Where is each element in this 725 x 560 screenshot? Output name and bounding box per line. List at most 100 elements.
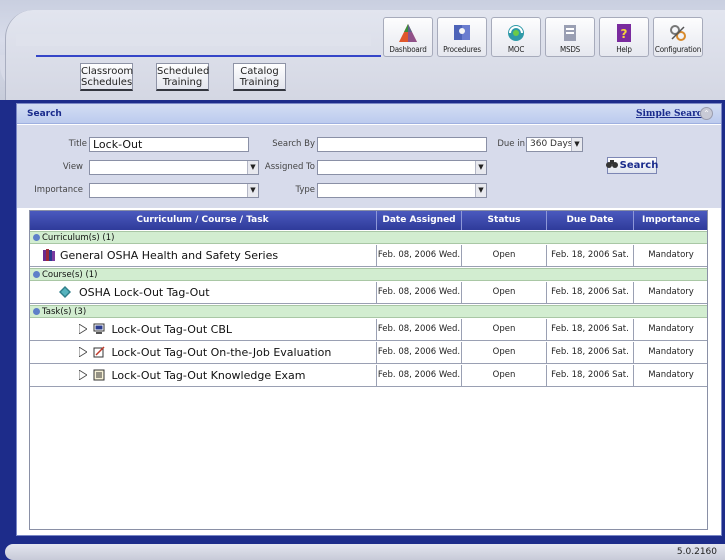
col-header-status[interactable]: Status bbox=[462, 210, 547, 230]
col-header-importance[interactable]: Importance bbox=[634, 210, 708, 230]
tab-scheduled-line1: Scheduled bbox=[157, 66, 210, 77]
row-name[interactable]: General OSHA Health and Safety Series bbox=[60, 249, 278, 262]
tab-classroom-schedules[interactable]: Classroom Schedules bbox=[80, 63, 133, 91]
row-name[interactable]: Lock-Out Tag-Out CBL bbox=[112, 323, 233, 336]
header-title-area bbox=[16, 34, 371, 46]
chevron-down-icon: ▼ bbox=[571, 138, 582, 151]
table-row[interactable]: General OSHA Health and Safety Series Fe… bbox=[29, 245, 708, 267]
table-row[interactable]: Lock-Out Tag-Out On-the-Job Evaluation F… bbox=[29, 342, 708, 364]
type-label: Type bbox=[295, 185, 315, 195]
row-date-assigned: Feb. 08, 2006 Wed. bbox=[377, 365, 462, 386]
group-row-task[interactable]: Task(s) (3) bbox=[29, 305, 708, 318]
configuration-label: Configuration bbox=[654, 45, 702, 54]
tab-classroom-line2: Schedules bbox=[81, 77, 133, 88]
dashboard-icon bbox=[398, 23, 418, 43]
col-header-due-date[interactable]: Due Date bbox=[547, 210, 634, 230]
group-bullet-icon bbox=[33, 308, 40, 315]
title-input[interactable]: Lock-Out bbox=[89, 137, 249, 152]
tab-scheduled-training[interactable]: Scheduled Training bbox=[156, 63, 209, 91]
row-status: Open bbox=[462, 319, 547, 340]
moc-label: MOC bbox=[507, 45, 525, 54]
status-bar: 5.0.2160 bbox=[5, 544, 725, 560]
row-due-date: Feb. 18, 2006 Sat. bbox=[547, 365, 634, 386]
group-row-curriculum[interactable]: Curriculum(s) (1) bbox=[29, 231, 708, 244]
row-status: Open bbox=[462, 282, 547, 303]
moc-icon bbox=[506, 23, 526, 43]
row-name-cell: Lock-Out Tag-Out CBL bbox=[29, 319, 377, 340]
procedures-label: Procedures bbox=[443, 45, 481, 54]
procedures-button[interactable]: Procedures bbox=[437, 17, 487, 57]
tab-catalog-line1: Catalog bbox=[240, 66, 279, 77]
configuration-button[interactable]: Configuration bbox=[653, 17, 703, 57]
row-due-date: Feb. 18, 2006 Sat. bbox=[547, 245, 634, 266]
group-row-course[interactable]: Course(s) (1) bbox=[29, 268, 708, 281]
assigned-to-select[interactable]: ▼ bbox=[317, 160, 487, 175]
header-rule bbox=[36, 55, 381, 57]
row-importance: Mandatory bbox=[648, 250, 694, 260]
row-name[interactable]: Lock-Out Tag-Out On-the-Job Evaluation bbox=[112, 346, 332, 359]
type-select[interactable]: ▼ bbox=[317, 183, 487, 198]
group-label: Task(s) (3) bbox=[42, 307, 87, 317]
search-button[interactable]: Search bbox=[605, 157, 659, 174]
table-row[interactable]: Lock-Out Tag-Out CBL Feb. 08, 2006 Wed. … bbox=[29, 319, 708, 341]
view-select[interactable]: ▼ bbox=[89, 160, 259, 175]
table-row[interactable]: Lock-Out Tag-Out Knowledge Exam Feb. 08,… bbox=[29, 365, 708, 387]
col-header-date-assigned[interactable]: Date Assigned bbox=[377, 210, 462, 230]
row-name[interactable]: Lock-Out Tag-Out Knowledge Exam bbox=[112, 369, 306, 382]
course-book-icon bbox=[59, 284, 71, 305]
group-bullet-icon bbox=[33, 234, 40, 241]
chevron-down-icon: ▼ bbox=[475, 161, 486, 174]
chevron-down-icon: ▼ bbox=[247, 184, 258, 197]
search-form: Title Lock-Out Search By Due in 360 Days… bbox=[17, 125, 721, 208]
row-name[interactable]: OSHA Lock-Out Tag-Out bbox=[79, 286, 210, 299]
search-by-label: Search By bbox=[272, 139, 315, 149]
row-due-date: Feb. 18, 2006 Sat. bbox=[547, 282, 634, 303]
search-button-label: Search bbox=[619, 160, 659, 171]
view-label: View bbox=[62, 162, 83, 172]
chevron-down-icon: ▼ bbox=[475, 184, 486, 197]
play-triangle-icon bbox=[78, 366, 88, 387]
evaluation-task-icon bbox=[93, 344, 105, 365]
importance-label: Importance bbox=[34, 185, 83, 195]
due-in-select[interactable]: 360 Days ▼ bbox=[526, 137, 583, 152]
curriculum-books-icon bbox=[43, 247, 55, 268]
search-header-title: Search bbox=[27, 109, 62, 119]
row-date-assigned: Feb. 08, 2006 Wed. bbox=[377, 319, 462, 340]
msds-button[interactable]: MSDS bbox=[545, 17, 595, 57]
version-label: 5.0.2160 bbox=[676, 547, 717, 557]
importance-select[interactable]: ▼ bbox=[89, 183, 259, 198]
tab-catalog-training[interactable]: Catalog Training bbox=[233, 63, 286, 91]
col-header-name[interactable]: Curriculum / Course / Task bbox=[29, 210, 377, 230]
row-status: Open bbox=[462, 342, 547, 363]
moc-button[interactable]: MOC bbox=[491, 17, 541, 57]
due-in-label: Due in bbox=[497, 139, 525, 149]
assigned-to-label: Assigned To bbox=[264, 162, 315, 172]
row-date-assigned: Feb. 08, 2006 Wed. bbox=[377, 342, 462, 363]
row-name-cell: General OSHA Health and Safety Series bbox=[29, 245, 377, 266]
main-toolbar: Dashboard Procedures MOC MSDS ? Help Con… bbox=[383, 17, 703, 57]
help-icon: ? bbox=[614, 23, 634, 43]
row-name-cell: OSHA Lock-Out Tag-Out bbox=[29, 282, 377, 303]
msds-icon bbox=[560, 23, 580, 43]
dashboard-label: Dashboard bbox=[389, 45, 427, 54]
search-by-input[interactable] bbox=[317, 137, 487, 152]
exam-task-icon bbox=[93, 367, 105, 388]
configuration-icon bbox=[668, 23, 688, 43]
tab-scheduled-line2: Training bbox=[162, 77, 203, 88]
play-triangle-icon bbox=[78, 320, 88, 341]
row-importance: Mandatory bbox=[648, 324, 694, 334]
table-row[interactable]: OSHA Lock-Out Tag-Out Feb. 08, 2006 Wed.… bbox=[29, 282, 708, 304]
title-label: Title bbox=[68, 139, 87, 149]
dashboard-button[interactable]: Dashboard bbox=[383, 17, 433, 57]
row-status: Open bbox=[462, 245, 547, 266]
table-header: Curriculum / Course / Task Date Assigned… bbox=[29, 210, 708, 230]
row-date-assigned: Feb. 08, 2006 Wed. bbox=[377, 282, 462, 303]
group-bullet-icon bbox=[33, 271, 40, 278]
msds-label: MSDS bbox=[559, 45, 581, 54]
simple-search-link[interactable]: Simple Search bbox=[636, 109, 709, 119]
collapse-icon[interactable]: ⌃ bbox=[700, 107, 713, 120]
tab-catalog-line2: Training bbox=[239, 77, 280, 88]
help-button[interactable]: ? Help bbox=[599, 17, 649, 57]
search-header: Search Simple Search ⌃ bbox=[17, 104, 721, 124]
tab-classroom-line1: Classroom bbox=[81, 66, 134, 77]
